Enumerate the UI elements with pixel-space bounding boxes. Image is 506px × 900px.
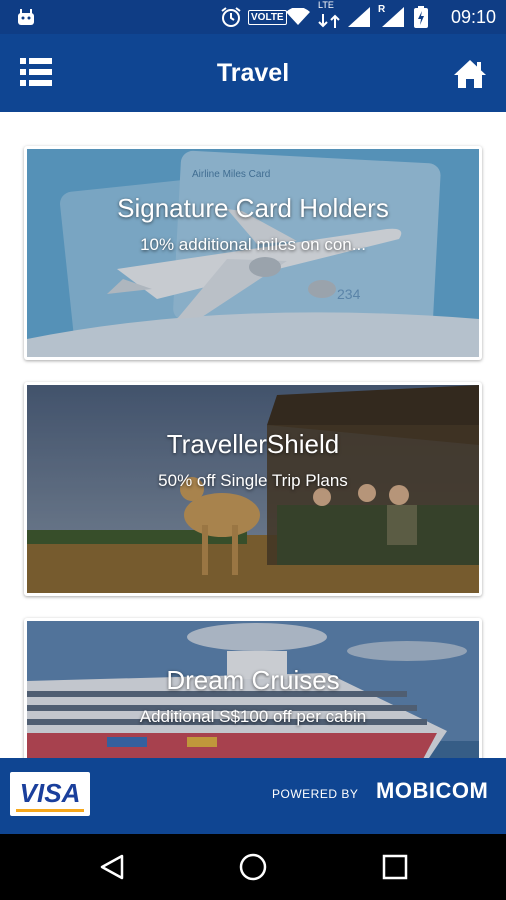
roaming-label: R: [378, 4, 386, 15]
app-bar: Travel: [0, 34, 506, 112]
home-icon[interactable]: [452, 58, 488, 90]
wifi-icon: [286, 6, 310, 28]
visa-logo: VISA: [10, 772, 90, 816]
recents-icon[interactable]: [380, 852, 410, 882]
system-nav-bar: [0, 834, 506, 900]
signal-icon: [348, 6, 370, 28]
mobicom-logo: MOBICOM: [376, 778, 489, 803]
card-title: Dream Cruises: [166, 665, 340, 695]
android-icon: [16, 6, 36, 28]
card-subtitle: 10% additional miles on con...: [140, 235, 366, 254]
offer-image-safari: TravellerShield 50% off Single Trip Plan…: [27, 385, 479, 593]
offer-list[interactable]: Airline Miles Card 234 Signature Card Ho…: [0, 112, 506, 758]
lte-label: LTE: [318, 0, 334, 10]
offer-card-signature[interactable]: Airline Miles Card 234 Signature Card Ho…: [24, 146, 482, 360]
visa-logo-text: VISA: [19, 778, 81, 808]
offer-card-travellershield[interactable]: TravellerShield 50% off Single Trip Plan…: [24, 382, 482, 596]
back-icon[interactable]: [98, 852, 128, 882]
card-subtitle: 50% off Single Trip Plans: [158, 471, 348, 490]
card-title: TravellerShield: [166, 429, 340, 459]
offer-card-dream-cruises[interactable]: Dream Cruises Additional S$100 off per c…: [24, 618, 482, 758]
signal-roaming-icon: R: [378, 4, 404, 28]
footer-bar: VISA POWERED BY MOBICOM: [0, 758, 506, 834]
volte-icon: VOLTE: [248, 6, 287, 28]
battery-charging-icon: [414, 6, 428, 28]
status-bar: VOLTE LTE R 09:10: [0, 0, 506, 34]
alarm-icon: [220, 6, 242, 28]
card-title: Signature Card Holders: [117, 193, 389, 223]
card-subtitle: Additional S$100 off per cabin: [139, 707, 367, 726]
lte-icon: LTE: [318, 0, 342, 28]
visa-stripe: [16, 809, 84, 812]
offer-image-airplane: Airline Miles Card 234 Signature Card Ho…: [27, 149, 479, 357]
offer-image-cruise: Dream Cruises Additional S$100 off per c…: [27, 621, 479, 758]
home-circle-icon[interactable]: [238, 852, 268, 882]
page-title: Travel: [216, 59, 290, 87]
powered-by-label: POWERED BY: [272, 787, 359, 801]
status-time: 09:10: [450, 7, 496, 27]
volte-label: VOLTE: [248, 9, 287, 25]
